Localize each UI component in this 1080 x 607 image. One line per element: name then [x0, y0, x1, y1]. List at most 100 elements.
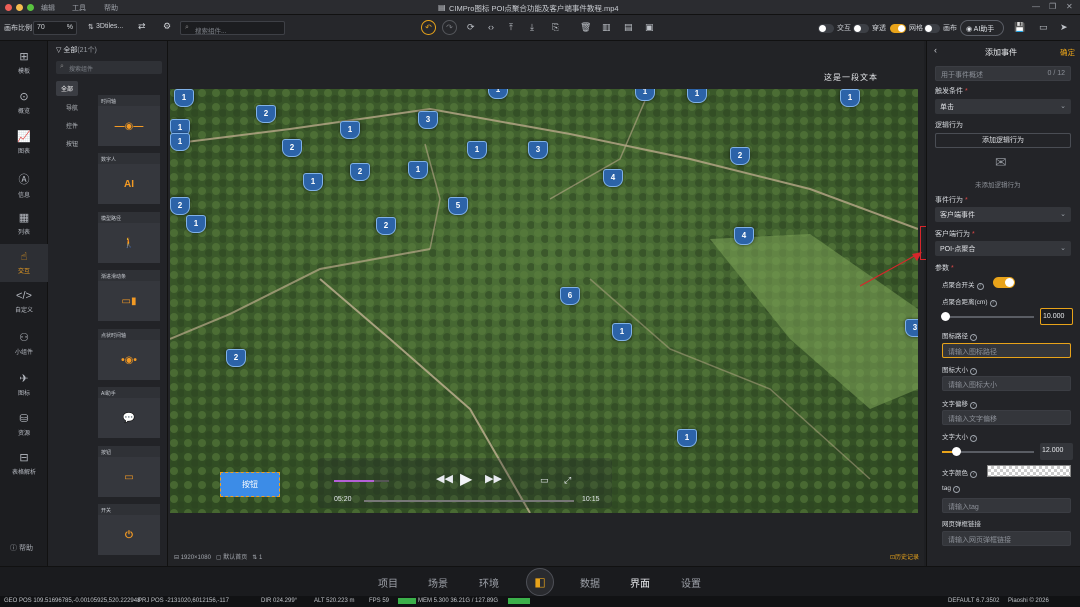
- poi-cluster-marker[interactable]: 1: [186, 215, 206, 233]
- poi-cluster-marker[interactable]: 2: [730, 147, 750, 165]
- nav-item-5[interactable]: ☝ 交互: [0, 244, 48, 282]
- category-nav[interactable]: 导航: [66, 103, 78, 112]
- fullscreen-icon[interactable]: ⤢: [564, 475, 571, 486]
- poi-cluster-marker[interactable]: 1: [677, 429, 697, 447]
- nav-item-10[interactable]: ⊟ 表格解析: [0, 445, 48, 483]
- subtitle-icon[interactable]: ▭: [540, 475, 549, 486]
- component-card[interactable]: 渐进滑动条 ▭▮: [98, 270, 160, 321]
- toggle-grid[interactable]: 网格: [890, 22, 923, 34]
- minimize-icon[interactable]: —: [1032, 2, 1040, 11]
- scale-input[interactable]: 70 %: [33, 21, 77, 35]
- component-card[interactable]: 模型路径 🚶: [98, 212, 160, 263]
- play-icon[interactable]: ▶: [460, 469, 472, 489]
- text-color-picker[interactable]: [987, 465, 1071, 477]
- rewind-icon[interactable]: ◀◀: [436, 472, 453, 485]
- link-input[interactable]: 请输入网页弹框链接: [942, 531, 1071, 546]
- poi-cluster-marker[interactable]: 1: [408, 161, 428, 179]
- refresh-icon[interactable]: ⟳: [467, 22, 475, 33]
- poi-cluster-marker[interactable]: 1: [467, 141, 487, 159]
- poi-cluster-marker[interactable]: 3: [528, 141, 548, 159]
- poi-cluster-marker[interactable]: 1: [303, 173, 323, 191]
- copy-icon[interactable]: ⎘: [552, 22, 559, 33]
- tab-data[interactable]: 数据: [580, 575, 600, 590]
- toggle-interact[interactable]: 交互: [818, 22, 851, 34]
- poi-cluster-marker[interactable]: 1: [612, 323, 632, 341]
- poi-cluster-marker[interactable]: 2: [350, 163, 370, 181]
- menu-tools[interactable]: 工具: [72, 3, 86, 13]
- trigger-select[interactable]: 单击 ⌄: [935, 99, 1071, 114]
- event-desc-input[interactable]: 用于事件概述 0 / 12: [935, 66, 1071, 81]
- component-card[interactable]: 点状时间轴 •◉•: [98, 329, 160, 380]
- tab-project[interactable]: 项目: [378, 575, 398, 590]
- map-logo-icon[interactable]: ◧: [526, 568, 554, 596]
- cluster-distance-input[interactable]: 10.000: [1040, 308, 1073, 325]
- nav-item-3[interactable]: Ⓐ 信息: [0, 165, 48, 203]
- cluster-distance-track[interactable]: [942, 316, 1034, 318]
- canvas-text-component[interactable]: 这是一段文本: [824, 72, 878, 83]
- toggle-penetrate[interactable]: 穿透: [853, 22, 886, 34]
- nav-item-4[interactable]: ▦ 列表: [0, 205, 48, 243]
- poi-cluster-marker[interactable]: 3: [418, 111, 438, 129]
- publish-icon[interactable]: ➤: [1060, 22, 1068, 33]
- tab-scene[interactable]: 场景: [428, 575, 448, 590]
- align-icon[interactable]: ▥: [602, 22, 611, 33]
- client-behavior-select[interactable]: POI-点聚合 ⌄: [935, 241, 1071, 256]
- tab-ui[interactable]: 界面: [630, 575, 650, 590]
- tab-settings[interactable]: 设置: [681, 575, 701, 590]
- nav-item-6[interactable]: </> 自定义: [0, 284, 48, 322]
- page-label[interactable]: 默认首页: [223, 555, 247, 561]
- poi-cluster-marker[interactable]: 2: [282, 139, 302, 157]
- poi-cluster-marker[interactable]: 1: [687, 89, 707, 103]
- nav-item-7[interactable]: ⚇ 小组件: [0, 325, 48, 363]
- restore-icon[interactable]: ❐: [1049, 2, 1056, 11]
- close-window-icon[interactable]: [5, 4, 12, 11]
- minimize-window-icon[interactable]: [16, 4, 23, 11]
- filter-icon[interactable]: ⇄: [138, 21, 146, 32]
- icon-path-input[interactable]: 请输入图标路径: [942, 343, 1071, 358]
- nav-item-1[interactable]: ⊙ 概览: [0, 84, 48, 122]
- settings-icon[interactable]: ⚙: [163, 21, 171, 32]
- poi-cluster-marker[interactable]: 2: [256, 105, 276, 123]
- tag-input[interactable]: 请输入tag: [942, 498, 1071, 513]
- category-all[interactable]: 全部: [56, 81, 79, 96]
- component-card[interactable]: 按钮 ▭: [98, 446, 160, 497]
- poi-cluster-marker[interactable]: 2: [226, 349, 246, 367]
- poi-cluster-marker[interactable]: 6: [560, 287, 580, 305]
- back-icon[interactable]: ‹: [934, 45, 937, 55]
- help-link[interactable]: ⓘ 帮助: [10, 543, 33, 553]
- import-icon[interactable]: ⤓: [530, 22, 534, 33]
- ai-assistant-button[interactable]: ◉ AI助手: [960, 20, 1004, 36]
- cluster-distance-thumb[interactable]: [941, 312, 950, 321]
- component-card[interactable]: 开关 ⏻: [98, 504, 160, 555]
- export-icon[interactable]: ⤒: [509, 22, 513, 33]
- poi-cluster-marker[interactable]: 4: [603, 169, 623, 187]
- tab-environment[interactable]: 环境: [479, 575, 499, 590]
- icon-size-input[interactable]: 请输入图标大小: [942, 376, 1071, 391]
- nav-item-9[interactable]: ⛁ 资源: [0, 406, 48, 444]
- more-icon[interactable]: ▣: [645, 22, 654, 33]
- maximize-window-icon[interactable]: [27, 4, 34, 11]
- forward-icon[interactable]: ▶▶: [485, 472, 502, 485]
- text-offset-input[interactable]: 请输入文字偏移: [942, 410, 1071, 425]
- code-view-icon[interactable]: ‹›: [488, 22, 494, 32]
- poi-cluster-marker[interactable]: 5: [448, 197, 468, 215]
- nav-item-8[interactable]: ✈ 图标: [0, 366, 48, 404]
- progress-track[interactable]: [364, 500, 574, 502]
- menu-help[interactable]: 帮助: [104, 3, 118, 13]
- preview-icon[interactable]: ▭: [1039, 22, 1048, 33]
- nav-item-0[interactable]: ⊞ 模板: [0, 44, 48, 82]
- poi-cluster-marker[interactable]: 1: [174, 89, 194, 107]
- add-logic-button[interactable]: 添加逻辑行为: [935, 133, 1071, 148]
- event-behavior-select[interactable]: 客户端事件 ⌄: [935, 207, 1071, 222]
- confirm-button[interactable]: 确定: [1060, 47, 1075, 58]
- font-size-thumb[interactable]: [952, 447, 962, 456]
- poi-cluster-marker[interactable]: 1: [340, 121, 360, 139]
- poi-cluster-marker[interactable]: 4: [734, 227, 754, 245]
- delete-icon[interactable]: 🗑: [580, 22, 591, 33]
- poi-cluster-marker[interactable]: 1: [840, 89, 860, 107]
- toggle-canvas[interactable]: 画布: [924, 22, 957, 34]
- component-card[interactable]: 数字人 AI: [98, 153, 160, 204]
- component-search-input[interactable]: ⌕ 搜索组件...: [180, 21, 285, 35]
- font-size-input[interactable]: 12.000: [1040, 443, 1073, 460]
- cluster-switch[interactable]: [993, 277, 1015, 288]
